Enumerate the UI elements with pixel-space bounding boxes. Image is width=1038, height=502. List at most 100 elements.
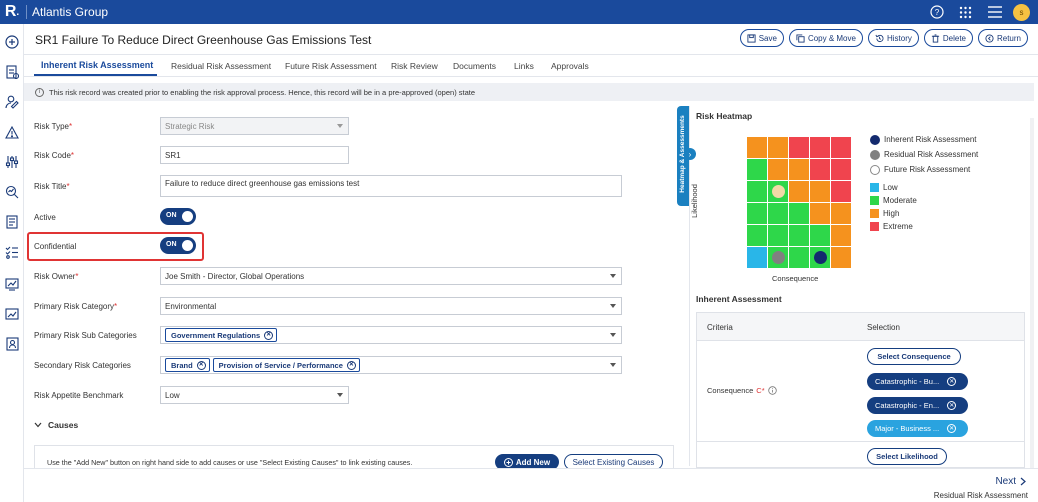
heatmap-cell-moderate[interactable] [768,247,788,268]
heatmap-cell-extreme[interactable] [831,137,851,158]
heatmap-cell-moderate[interactable] [747,225,767,246]
report-icon[interactable] [4,214,20,230]
heatmap-cell-moderate[interactable] [768,203,788,224]
risk-owner-row: Risk Owner* Joe Smith - Director, Global… [34,267,674,287]
tab-links[interactable]: Links [514,61,534,71]
risk-title-textarea[interactable]: Failure to reduce direct greenhouse gas … [160,175,622,197]
chip-remove-icon[interactable]: ✕ [346,360,356,370]
risk-code-row: Risk Code* SR1 [34,146,674,166]
info-icon[interactable] [767,386,777,395]
tab-residual-risk-assessment[interactable]: Residual Risk Assessment [171,61,271,71]
record-header: SR1 Failure To Reduce Direct Greenhouse … [24,24,1038,55]
chip-remove-icon[interactable]: ✕ [947,401,957,410]
id-card-icon[interactable] [4,336,20,352]
heatmap-cell-moderate[interactable] [747,203,767,224]
document-list-icon[interactable] [4,64,20,80]
heatmap-cell-extreme[interactable] [831,159,851,180]
legend-moderate: Moderate [870,194,978,207]
legend-swatch [870,209,879,218]
tab-documents[interactable]: Documents [453,61,496,71]
risk-type-select[interactable]: Strategic Risk [160,117,349,135]
menu-icon[interactable] [980,0,1009,24]
chart-icon[interactable] [4,306,20,322]
heatmap-cell-high[interactable] [831,225,851,246]
primary-category-select[interactable]: Environmental [160,297,622,315]
appetite-value: Low [165,390,180,400]
consequence-label: Consequence [707,386,754,395]
heatmap-cell-low[interactable] [747,247,767,268]
select-consequence-button[interactable]: Select Consequence [867,348,961,365]
appetite-label: Risk Appetite Benchmark [34,391,124,400]
add-icon[interactable] [4,34,20,50]
trash-icon [931,33,939,43]
return-button[interactable]: Return [977,29,1028,47]
history-button[interactable]: History [867,29,919,47]
info-banner-text: This risk record was created prior to en… [49,87,476,97]
heatmap-cell-high[interactable] [747,137,767,158]
heatmap-cell-high[interactable] [831,203,851,224]
heatmap-cell-moderate[interactable] [747,159,767,180]
delete-button[interactable]: Delete [923,29,973,47]
heatmap-cell-high[interactable] [789,181,809,202]
select-likelihood-button[interactable]: Select Likelihood [867,448,947,465]
chip-remove-icon[interactable]: ✕ [947,377,957,386]
heatmap-cell-high[interactable] [789,159,809,180]
heatmap-cell-high[interactable] [810,203,830,224]
search-analytics-icon[interactable] [4,184,20,200]
risk-title-label: Risk Title [34,182,67,191]
legend-marker [870,164,880,175]
add-icon [503,457,513,467]
panel-scrollbar[interactable] [1030,118,1034,468]
heatmap-cell-high[interactable] [768,159,788,180]
tab-risk-review[interactable]: Risk Review [391,61,438,71]
secondary-select[interactable]: Brand ✕ Provision of Service / Performanc… [160,356,622,374]
warning-icon[interactable] [4,124,20,140]
heatmap-cell-moderate[interactable] [768,181,788,202]
causes-section-toggle[interactable]: Causes [34,420,78,430]
tab-approvals[interactable]: Approvals [551,61,589,71]
next-button[interactable]: Next [995,476,1026,487]
tab-inherent-risk-assessment[interactable]: Inherent Risk Assessment [41,60,153,70]
heatmap-cell-extreme[interactable] [789,137,809,158]
risk-owner-select[interactable]: Joe Smith - Director, Global Operations [160,267,622,285]
footer-nav: Next Residual Risk Assessment [24,468,1038,502]
checklist-icon[interactable] [4,244,20,260]
heatmap-cell-high[interactable] [831,247,851,268]
heatmap-cell-moderate[interactable] [747,181,767,202]
app-logo[interactable]: R. [0,0,24,24]
legend-label: Future Risk Assessment [884,165,971,174]
heatmap-y-axis-label: Likelihood [690,184,699,218]
copy-move-button-label: Copy & Move [807,33,856,43]
apps-grid-icon[interactable] [951,0,980,24]
sliders-icon[interactable] [4,154,20,170]
heatmap-cell-moderate[interactable] [789,247,809,268]
heatmap-cell-extreme[interactable] [810,159,830,180]
risk-code-input[interactable]: SR1 [160,146,349,164]
user-edit-icon[interactable] [4,94,20,110]
save-button-label: Save [758,33,777,43]
active-toggle[interactable]: ON [160,208,196,225]
heatmap-cell-moderate[interactable] [810,225,830,246]
chip-remove-icon[interactable]: ✕ [196,360,206,370]
heatmap-cell-high[interactable] [768,137,788,158]
heatmap-cell-moderate[interactable] [789,203,809,224]
chip-remove-icon[interactable]: ✕ [947,424,957,433]
tab-future-risk-assessment[interactable]: Future Risk Assessment [285,61,377,71]
heatmap-cell-moderate[interactable] [810,247,830,268]
help-icon[interactable]: ? [922,0,951,24]
heatmap-cell-extreme[interactable] [810,137,830,158]
heatmap-cell-moderate[interactable] [789,225,809,246]
dashboard-icon[interactable] [4,276,20,292]
heatmap-cell-extreme[interactable] [831,181,851,202]
consequence-chip-3: Major - Business ... ✕ [867,420,968,437]
chip-remove-icon[interactable]: ✕ [264,330,274,340]
required-asterisk: * [75,272,79,281]
heatmap-cell-moderate[interactable] [768,225,788,246]
copy-move-button[interactable]: Copy & Move [788,29,863,47]
heatmap-cell-high[interactable] [810,181,830,202]
primary-sub-select[interactable]: Government Regulations ✕ [160,326,622,344]
appetite-select[interactable]: Low [160,386,349,404]
save-button[interactable]: Save [739,29,784,47]
select-existing-label: Select Existing Causes [572,457,655,467]
user-avatar[interactable]: s [1013,3,1030,21]
